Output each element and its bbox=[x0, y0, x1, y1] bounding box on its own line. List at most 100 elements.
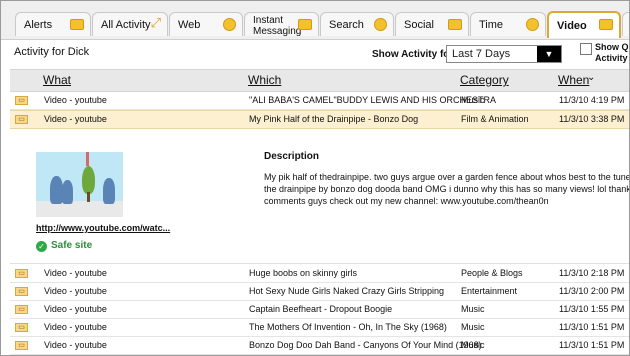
table-row[interactable]: ▭ Video - youtube Bonzo Dog Doo Dah Band… bbox=[10, 337, 629, 355]
cell-when: 11/3/10 1:55 PM bbox=[559, 304, 625, 314]
tab-label: All Activity bbox=[101, 19, 151, 31]
tab-video[interactable]: Video bbox=[547, 11, 621, 38]
globe-icon bbox=[223, 18, 236, 31]
tab-label: Social bbox=[404, 19, 434, 31]
column-what[interactable]: What bbox=[43, 73, 71, 87]
cell-what: Video - youtube bbox=[44, 268, 107, 278]
cell-category: Film & Animation bbox=[461, 114, 529, 124]
video-row-icon: ▭ bbox=[15, 269, 28, 278]
people-icon bbox=[448, 19, 462, 30]
tab-label: Instant Messaging bbox=[253, 15, 301, 37]
period-value: Last 7 Days bbox=[452, 48, 511, 60]
tab-alerts[interactable]: Alerts bbox=[15, 12, 91, 36]
checkbox-label-line2: Activity C bbox=[595, 53, 629, 63]
cell-when: 11/3/10 1:51 PM bbox=[559, 322, 625, 332]
chevron-down-icon[interactable]: ▼ bbox=[537, 46, 561, 62]
video-row-icon: ▭ bbox=[15, 323, 28, 332]
cell-category: Music bbox=[461, 304, 485, 314]
tab-time[interactable]: Time bbox=[470, 12, 546, 36]
alert-icon bbox=[70, 19, 84, 30]
cell-category: Music bbox=[461, 340, 485, 350]
magnifier-icon bbox=[374, 18, 387, 31]
tab-bar: Alerts All Activity ⤢ Web Instant Messagi… bbox=[1, 1, 629, 40]
cell-which: "ALI BABA'S CAMEL"BUDDY LEWIS AND HIS OR… bbox=[249, 95, 497, 105]
thumbnail-figure-middle bbox=[62, 180, 73, 204]
cell-which: The Mothers Of Invention - Oh, In The Sk… bbox=[249, 322, 447, 332]
cell-when: 11/3/10 2:00 PM bbox=[559, 286, 625, 296]
cell-what: Video - youtube bbox=[44, 322, 107, 332]
checkmark-icon: ✓ bbox=[36, 241, 47, 252]
cell-what: Video - youtube bbox=[44, 114, 107, 124]
cell-which: Hot Sexy Nude Girls Naked Crazy Girls St… bbox=[249, 286, 445, 296]
tab-all-activity[interactable]: All Activity ⤢ bbox=[92, 12, 168, 36]
tab-more[interactable] bbox=[622, 12, 629, 36]
tab-web[interactable]: Web bbox=[169, 12, 243, 36]
cell-what: Video - youtube bbox=[44, 286, 107, 296]
tab-instant-messaging[interactable]: Instant Messaging bbox=[244, 12, 319, 37]
chat-icon bbox=[298, 19, 312, 30]
tab-label: Alerts bbox=[24, 19, 53, 31]
checkbox-label: Show QuActivity C bbox=[595, 42, 629, 64]
cell-when: 11/3/10 4:19 PM bbox=[559, 95, 625, 105]
column-which[interactable]: Which bbox=[248, 73, 281, 87]
app-window: Alerts All Activity ⤢ Web Instant Messagi… bbox=[0, 0, 630, 356]
video-detail-panel: http://www.youtube.com/watc... ✓ Safe si… bbox=[10, 129, 630, 264]
cell-which: Bonzo Dog Doo Dah Band - Canyons Of Your… bbox=[249, 340, 482, 350]
video-url-link[interactable]: http://www.youtube.com/watc... bbox=[36, 223, 170, 233]
tab-label: Search bbox=[329, 19, 364, 31]
table-row[interactable]: ▭ Video - youtube Captain Beefheart - Dr… bbox=[10, 301, 629, 319]
page-title: Activity for Dick bbox=[14, 46, 90, 58]
safe-site-label: Safe site bbox=[51, 240, 93, 251]
cell-what: Video - youtube bbox=[44, 340, 107, 350]
thumbnail-post bbox=[86, 152, 89, 166]
cell-when: 11/3/10 3:38 PM bbox=[559, 114, 625, 124]
checkbox-label-line1: Show Qu bbox=[595, 42, 629, 52]
description-line: comments guys check out my new channel: … bbox=[264, 196, 549, 206]
period-select[interactable]: Last 7 Days ▼ bbox=[446, 45, 562, 63]
video-row-icon: ▭ bbox=[15, 287, 28, 296]
table-row[interactable]: ▭ Video - youtube Hot Sexy Nude Girls Na… bbox=[10, 283, 629, 301]
thumbnail-tree bbox=[82, 166, 95, 194]
thumbnail-figure-right bbox=[103, 178, 115, 204]
column-when[interactable]: When bbox=[558, 73, 589, 87]
cell-which: Huge boobs on skinny girls bbox=[249, 268, 358, 278]
tab-label-line1: Instant bbox=[253, 15, 284, 26]
cell-category: Entertainment bbox=[461, 286, 518, 296]
cell-category: Music bbox=[461, 322, 485, 332]
cell-what: Video - youtube bbox=[44, 95, 107, 105]
tab-label-line2: Messaging bbox=[253, 26, 302, 37]
description-text: My pik half of thedrainpipe. two guys ar… bbox=[264, 171, 630, 207]
sort-desc-icon[interactable]: ⌄ bbox=[587, 72, 595, 83]
video-row-icon: ▭ bbox=[15, 96, 28, 105]
table-row[interactable]: ▭ Video - youtube The Mothers Of Inventi… bbox=[10, 319, 629, 337]
cell-when: 11/3/10 2:18 PM bbox=[559, 268, 625, 278]
video-thumbnail[interactable] bbox=[36, 152, 123, 217]
cell-which: Captain Beefheart - Dropout Boogie bbox=[249, 304, 393, 314]
column-category[interactable]: Category bbox=[460, 73, 509, 87]
video-row-icon: ▭ bbox=[15, 115, 28, 124]
table-row[interactable]: ▭ Video - youtube Huge boobs on skinny g… bbox=[10, 265, 629, 283]
period-label: Show Activity for bbox=[372, 49, 454, 60]
tab-label: Time bbox=[479, 19, 504, 31]
tab-label: Web bbox=[178, 19, 201, 31]
cell-category: Music bbox=[461, 95, 485, 105]
show-quick-activity-checkbox[interactable] bbox=[580, 43, 592, 55]
clock-icon bbox=[526, 18, 539, 31]
cell-what: Video - youtube bbox=[44, 304, 107, 314]
description-line: My pik half of thedrainpipe. two guys ar… bbox=[264, 172, 630, 182]
table-row[interactable]: ▭ Video - youtube "ALI BABA'S CAMEL"BUDD… bbox=[10, 92, 629, 110]
table-header: What Which Category When ⌄ bbox=[10, 69, 629, 92]
tab-search[interactable]: Search bbox=[320, 12, 394, 36]
video-row-icon: ▭ bbox=[15, 305, 28, 314]
cell-when: 11/3/10 1:51 PM bbox=[559, 340, 625, 350]
cell-category: People & Blogs bbox=[461, 268, 523, 278]
link-icon: ⤢ bbox=[150, 15, 161, 30]
cell-which: My Pink Half of the Drainpipe - Bonzo Do… bbox=[249, 114, 419, 124]
table-row-selected[interactable]: ▭ Video - youtube My Pink Half of the Dr… bbox=[10, 110, 629, 129]
tab-social[interactable]: Social bbox=[395, 12, 469, 36]
video-icon bbox=[599, 19, 613, 30]
thumbnail-trunk bbox=[87, 192, 90, 202]
video-row-icon: ▭ bbox=[15, 341, 28, 350]
description-heading: Description bbox=[264, 151, 320, 162]
tab-label: Video bbox=[557, 20, 587, 32]
